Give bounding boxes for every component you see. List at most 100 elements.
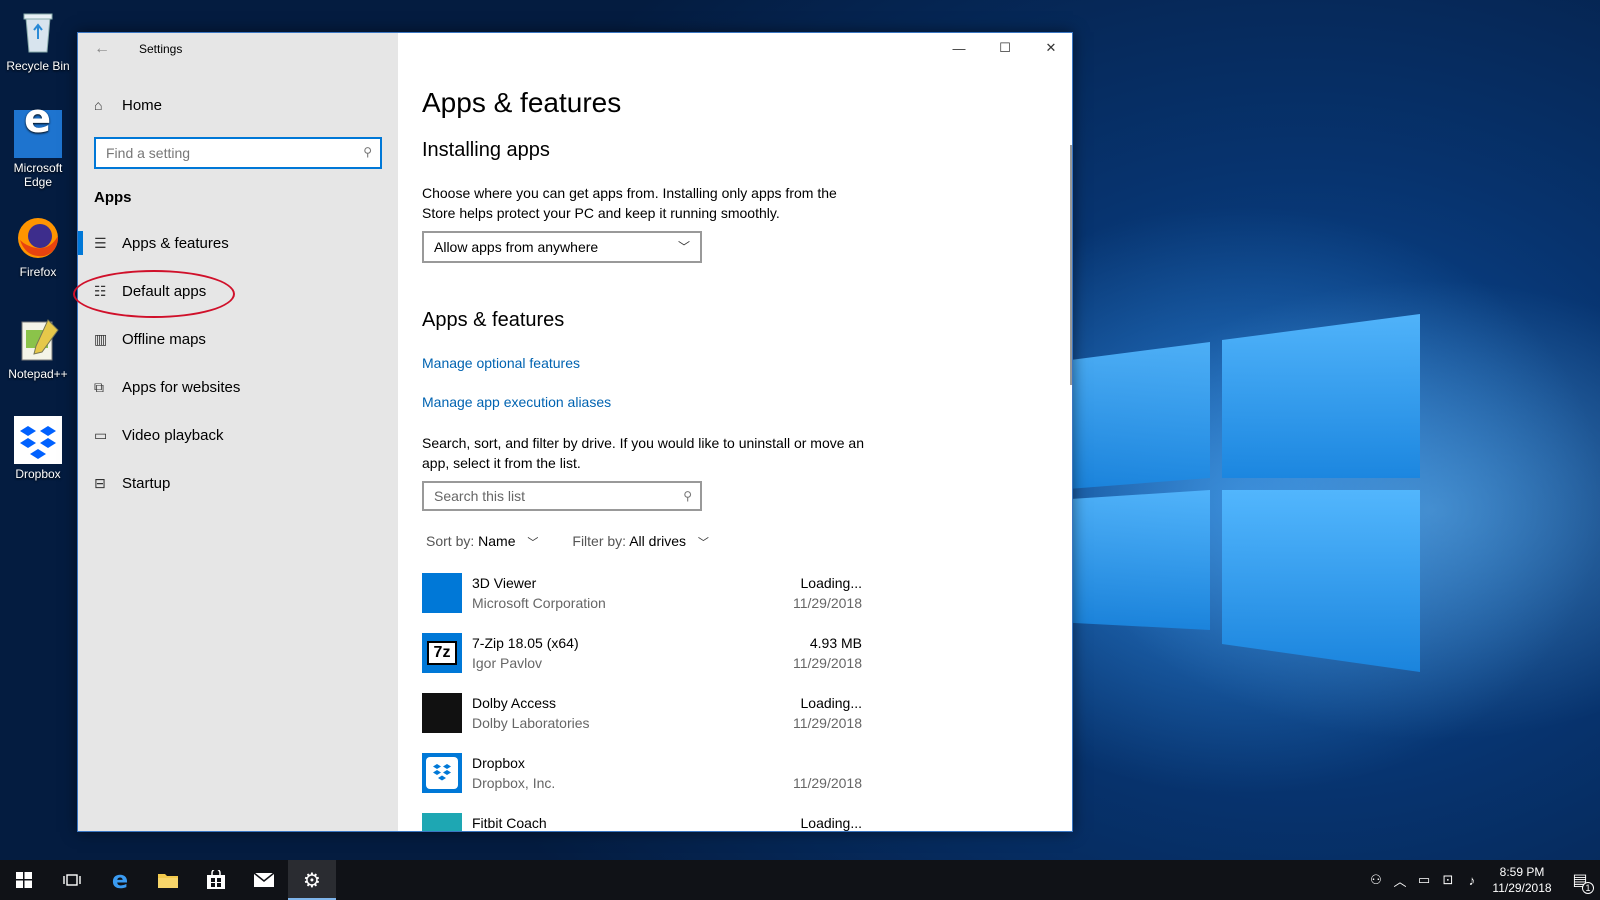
- app-name: Dolby Access: [472, 695, 557, 711]
- app-source-dropdown[interactable]: Allow apps from anywhere ﹀: [422, 231, 702, 263]
- close-button[interactable]: ✕: [1028, 33, 1074, 63]
- sidebar-item-apps-features[interactable]: ☰ Apps & features: [78, 219, 398, 267]
- app-name: Fitbit Coach: [472, 815, 547, 831]
- list-icon: ☰: [94, 234, 107, 251]
- home-icon: ⌂: [94, 97, 103, 113]
- app-source-value: Allow apps from anywhere: [434, 239, 599, 255]
- chevron-down-icon: ﹀: [527, 537, 539, 549]
- app-list: 3D Viewer Microsoft Corporation Loading.…: [422, 573, 862, 831]
- red-circle-annotation: [73, 270, 235, 318]
- dolby-icon: [422, 693, 462, 733]
- desktop-icon-label-2: Edge: [23, 175, 53, 189]
- taskbar-store[interactable]: [192, 860, 240, 900]
- taskbar-mail[interactable]: [240, 860, 288, 900]
- sidebar-item-label: Video playback: [122, 426, 224, 444]
- task-view-button[interactable]: [48, 860, 96, 900]
- filter-label: Filter by:: [572, 533, 627, 549]
- clock-time: 8:59 PM: [1499, 865, 1545, 879]
- desktop-icon-recycle-bin[interactable]: Recycle Bin: [4, 8, 72, 73]
- desktop-icon-edge[interactable]: e Microsoft Edge: [4, 99, 72, 189]
- chevron-up-icon[interactable]: ︿: [1388, 871, 1412, 890]
- window-controls: — ☐ ✕: [936, 33, 1074, 63]
- folder-icon: [158, 874, 178, 888]
- network-icon[interactable]: ⊡: [1436, 872, 1460, 888]
- dropbox-icon: [422, 753, 462, 793]
- desktop-icon-label: Dropbox: [15, 467, 61, 481]
- window-title: Settings: [139, 42, 183, 56]
- sort-filter-row: Sort by: Name ﹀ Filter by: All drives ﹀: [426, 533, 709, 550]
- taskbar-file-explorer[interactable]: [144, 860, 192, 900]
- taskbar-settings[interactable]: ⚙: [288, 860, 336, 900]
- taskbar-edge[interactable]: e: [96, 860, 144, 900]
- 7zip-icon: 7z: [422, 633, 462, 673]
- fitbit-icon: [422, 813, 462, 831]
- people-icon[interactable]: ⚇: [1364, 872, 1388, 888]
- mail-icon: [253, 872, 275, 887]
- system-tray: ⚇ ︿ ▭ ⊡ ♪ 8:59 PM 11/29/2018 ▤ 1: [1364, 860, 1600, 900]
- main-content: — ☐ ✕ Apps & features Installing apps Ch…: [398, 33, 1074, 831]
- installing-apps-description: Choose where you can get apps from. Inst…: [422, 185, 837, 221]
- sort-value: Name: [478, 533, 516, 549]
- start-button[interactable]: [0, 860, 48, 900]
- settings-search-box[interactable]: ⚲: [94, 137, 382, 169]
- desktop-icon-firefox[interactable]: Firefox: [4, 214, 72, 279]
- sidebar-item-video-playback[interactable]: ▭ Video playback: [78, 411, 398, 459]
- edge-icon: e: [14, 99, 62, 158]
- app-publisher: Dropbox, Inc.: [472, 775, 556, 791]
- notification-count: 1: [1582, 882, 1594, 894]
- maximize-button[interactable]: ☐: [982, 33, 1028, 63]
- scrollbar[interactable]: [1070, 145, 1072, 385]
- websites-icon: ⧉: [94, 378, 104, 395]
- app-size: Loading...: [800, 815, 863, 831]
- volume-icon[interactable]: ♪: [1460, 873, 1484, 888]
- firefox-icon: [14, 214, 62, 262]
- dropbox-icon: [14, 416, 62, 464]
- desktop-icon-label: Microsoft: [13, 161, 63, 175]
- page-title: Apps & features: [422, 87, 622, 118]
- recycle-bin-icon: [14, 8, 62, 56]
- minimize-button[interactable]: —: [936, 33, 982, 63]
- list-item[interactable]: 3D Viewer Microsoft Corporation Loading.…: [422, 573, 862, 633]
- settings-search-input[interactable]: [96, 139, 346, 167]
- gear-icon: ⚙: [303, 869, 321, 892]
- sidebar-item-offline-maps[interactable]: ▥ Offline maps: [78, 315, 398, 363]
- list-item[interactable]: Fitbit Coach Loading...: [422, 813, 862, 831]
- app-list-search[interactable]: Search this list ⚲: [422, 481, 702, 511]
- manage-optional-features-link[interactable]: Manage optional features: [422, 355, 580, 371]
- app-size: Loading...: [800, 575, 863, 591]
- sidebar-item-startup[interactable]: ⊟ Startup: [78, 459, 398, 507]
- filter-dropdown[interactable]: Filter by: All drives ﹀: [572, 533, 709, 550]
- app-name: Dropbox: [472, 755, 525, 771]
- sidebar-item-label: Offline maps: [122, 330, 206, 348]
- notepadpp-icon: [14, 316, 62, 364]
- back-arrow-icon[interactable]: ←: [94, 40, 110, 58]
- app-publisher: Microsoft Corporation: [472, 595, 606, 611]
- action-center-button[interactable]: ▤ 1: [1560, 860, 1600, 900]
- desktop-icon-label: Notepad++: [8, 367, 68, 381]
- filter-value: All drives: [629, 533, 686, 549]
- sidebar-item-label: Apps for websites: [122, 378, 241, 396]
- sidebar-item-apps-for-websites[interactable]: ⧉ Apps for websites: [78, 363, 398, 411]
- list-item[interactable]: 7z 7-Zip 18.05 (x64) Igor Pavlov 4.93 MB…: [422, 633, 862, 693]
- app-publisher: Dolby Laboratories: [472, 715, 590, 731]
- clock[interactable]: 8:59 PM 11/29/2018: [1484, 864, 1560, 896]
- taskbar: e ⚙ ⚇ ︿ ▭ ⊡ ♪ 8:59 PM 11/29/2018 ▤ 1: [0, 860, 1600, 900]
- nav-home[interactable]: ⌂ Home: [94, 93, 162, 117]
- map-icon: ▥: [94, 330, 108, 347]
- installing-apps-heading: Installing apps: [422, 139, 550, 161]
- task-view-icon: [63, 874, 81, 886]
- manage-app-aliases-link[interactable]: Manage app execution aliases: [422, 394, 611, 410]
- sidebar-nav-list: ☰ Apps & features ☷ Default apps ▥ Offli…: [78, 219, 398, 507]
- chevron-down-icon: ﹀: [677, 240, 690, 254]
- app-date: 11/29/2018: [792, 655, 862, 671]
- app-date: 11/29/2018: [792, 715, 862, 731]
- edge-icon: e: [111, 866, 129, 894]
- desktop-icon-dropbox[interactable]: Dropbox: [4, 416, 72, 481]
- list-item[interactable]: Dolby Access Dolby Laboratories Loading.…: [422, 693, 862, 753]
- sidebar-item-label: Startup: [122, 474, 171, 492]
- list-item[interactable]: Dropbox Dropbox, Inc. 11/29/2018: [422, 753, 862, 813]
- video-icon: ▭: [94, 426, 108, 443]
- battery-icon[interactable]: ▭: [1412, 872, 1436, 888]
- sort-dropdown[interactable]: Sort by: Name ﹀: [426, 533, 538, 550]
- desktop-icon-notepadpp[interactable]: Notepad++: [4, 316, 72, 381]
